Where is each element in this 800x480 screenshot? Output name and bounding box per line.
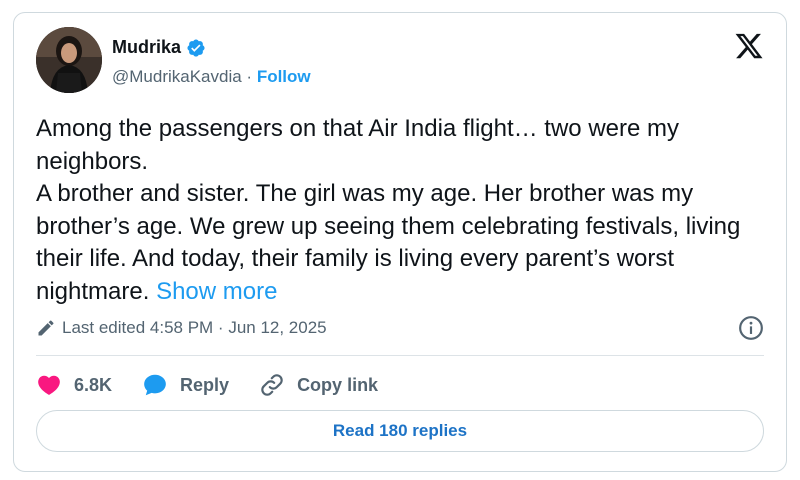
copy-link-label: Copy link [297, 374, 379, 395]
reply-button[interactable]: Reply [142, 372, 229, 398]
x-logo-icon[interactable] [734, 31, 764, 61]
pencil-icon [38, 320, 54, 336]
handle[interactable]: @MudrikaKavdia [112, 67, 242, 86]
separator: · [241, 67, 257, 86]
like-button[interactable]: 6.8K [36, 372, 112, 398]
like-count: 6.8K [74, 374, 113, 395]
tweet-text: Among the passengers on that Air India f… [36, 113, 771, 308]
handle-row: @MudrikaKavdia · Follow [112, 67, 311, 87]
reply-bubble-icon [144, 374, 166, 396]
link-icon [261, 374, 283, 396]
follow-button[interactable]: Follow [257, 67, 311, 86]
heart-icon [38, 375, 60, 395]
tweet-body: Among the passengers on that Air India f… [36, 115, 741, 305]
avatar[interactable] [36, 27, 102, 93]
copy-link-button[interactable]: Copy link [259, 372, 378, 398]
author-name-row: Mudrika [112, 37, 206, 58]
edited-timestamp[interactable]: Last edited 4:58 PM · Jun 12, 2025 [62, 318, 327, 338]
read-replies-button[interactable]: Read 180 replies [36, 410, 764, 452]
edit-meta[interactable]: Last edited 4:58 PM · Jun 12, 2025 [36, 318, 327, 338]
tweet-card: Mudrika @MudrikaKavdia · Follow Among th… [13, 12, 787, 472]
display-name[interactable]: Mudrika [112, 37, 181, 58]
show-more-link[interactable]: Show more [156, 278, 277, 305]
info-icon[interactable] [738, 315, 764, 341]
reply-label: Reply [180, 374, 230, 395]
action-bar: 6.8K Reply Copy link [36, 369, 408, 401]
divider [36, 355, 764, 356]
verified-badge-icon [186, 38, 206, 58]
